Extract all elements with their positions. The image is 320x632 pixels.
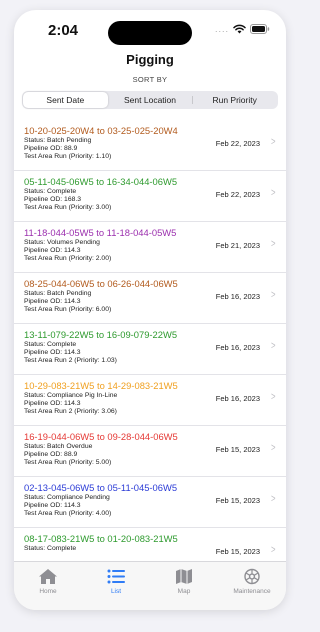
sort-by-label: SORT BY [132,75,168,84]
sort-sent-date-segment[interactable]: Sent Date [23,92,108,108]
route-title: 13-11-079-22W5 to 16-09-079-22W5 [24,329,178,340]
status-indicators: .... [215,24,270,34]
sent-date: Feb 16, 2023 [215,343,260,352]
sent-date: Feb 21, 2023 [215,241,260,250]
status-bar: 2:04 .... [14,10,286,46]
route-title: 05-11-045-06W5 to 16-34-044-06W5 [24,176,178,187]
run-priority-text: Test Area Run (Priority: 4.00) [24,510,112,518]
home-icon [38,568,58,585]
chevron-right-icon: > [270,391,276,403]
chevron-right-icon: > [270,136,276,148]
route-title: 08-25-044-06W5 to 06-26-044-06W5 [24,278,178,289]
list-item[interactable]: 10-29-083-21W5 to 14-29-083-21W5 Status:… [14,375,286,426]
wifi-icon [233,24,246,34]
tab-label: Map [177,588,191,595]
list-item[interactable]: 02-13-045-06W5 to 05-11-045-06W5 Status:… [14,477,286,528]
chevron-right-icon: > [270,238,276,250]
sort-segmented-control: Sent Date Sent Location Run Priority [22,91,278,109]
tab-list[interactable]: List [82,562,150,610]
chevron-right-icon: > [270,493,276,505]
route-title: 10-29-083-21W5 to 14-29-083-21W5 [24,380,178,391]
phone-screen: 2:04 .... Pigging SORT BY Sent Date Sent… [14,10,286,610]
run-priority-text: Test Area Run (Priority: 2.00) [24,255,112,263]
chevron-right-icon: > [270,289,276,301]
list-item[interactable]: 16-19-044-06W5 to 09-28-044-06W5 Status:… [14,426,286,477]
sort-sent-location-segment[interactable]: Sent Location [108,92,193,108]
signal-icon: .... [214,24,229,34]
gear-icon [242,568,262,585]
chevron-right-icon: > [270,340,276,352]
sent-date: Feb 15, 2023 [215,445,260,454]
list-item[interactable]: 08-25-044-06W5 to 06-26-044-06W5 Status:… [14,273,286,324]
sent-date: Feb 16, 2023 [215,292,260,301]
status-time: 2:04 [48,22,79,39]
pigging-list[interactable]: 10-20-025-20W4 to 03-25-025-20W4 Status:… [14,120,286,562]
dynamic-island [108,21,192,45]
chevron-right-icon: > [270,187,276,199]
sent-date: Feb 16, 2023 [215,394,260,403]
tab-maintenance[interactable]: Maintenance [218,562,286,610]
tab-label: Maintenance [233,588,271,595]
run-priority-text: Test Area Run (Priority: 1.10) [24,153,112,161]
run-priority-text: Test Area Run 2 (Priority: 1.03) [24,357,117,365]
sent-date: Feb 15, 2023 [215,547,260,556]
list-icon [106,568,126,585]
chevron-right-icon: > [270,442,276,454]
route-title: 10-20-025-20W4 to 03-25-025-20W4 [24,125,178,136]
run-priority-text: Test Area Run (Priority: 5.00) [24,459,112,467]
route-title: 08-17-083-21W5 to 01-20-083-21W5 [24,533,178,544]
tab-map[interactable]: Map [150,562,218,610]
run-priority-text: Test Area Run 2 (Priority: 3.06) [24,408,117,416]
battery-icon [250,24,270,34]
chevron-right-icon: > [270,544,276,556]
list-item[interactable]: 05-11-045-06W5 to 16-34-044-06W5 Status:… [14,171,286,222]
route-title: 02-13-045-06W5 to 05-11-045-06W5 [24,482,178,493]
sent-date: Feb 15, 2023 [215,496,260,505]
map-icon [174,568,194,585]
run-priority-text: Test Area Run (Priority: 3.00) [24,204,112,212]
sort-run-priority-segment[interactable]: Run Priority [192,92,277,108]
list-item[interactable]: 11-18-044-05W5 to 11-18-044-05W5 Status:… [14,222,286,273]
list-item[interactable]: 10-20-025-20W4 to 03-25-025-20W4 Status:… [14,120,286,171]
list-item[interactable]: 13-11-079-22W5 to 16-09-079-22W5 Status:… [14,324,286,375]
tab-label: Home [39,588,57,595]
list-item[interactable]: 08-17-083-21W5 to 01-20-083-21W5 Status:… [14,528,286,562]
sent-date: Feb 22, 2023 [215,139,260,148]
sent-date: Feb 22, 2023 [215,190,260,199]
tab-label: List [110,588,122,595]
tab-bar: Home List Map Maintenance [14,561,286,610]
page-title: Pigging [126,52,174,67]
tab-home[interactable]: Home [14,562,82,610]
route-title: 11-18-044-05W5 to 11-18-044-05W5 [24,227,177,238]
route-title: 16-19-044-06W5 to 09-28-044-06W5 [24,431,178,442]
run-priority-text: Test Area Run (Priority: 6.00) [24,306,112,314]
